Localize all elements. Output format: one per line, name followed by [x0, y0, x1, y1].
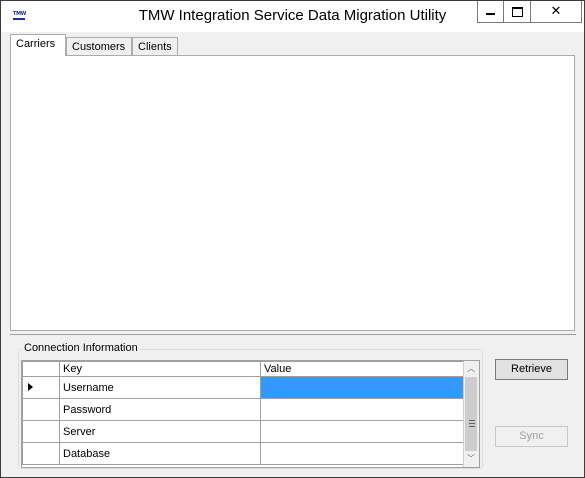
grid-row-username[interactable]: Username	[22, 376, 465, 399]
grid-row-password[interactable]: Password	[22, 398, 465, 421]
minimize-button[interactable]	[477, 1, 504, 23]
grip-icon	[469, 420, 475, 427]
connection-grid[interactable]: Key Value Username Password Server Datab…	[21, 360, 480, 468]
carriers-tab-panel	[10, 55, 575, 331]
column-header-value[interactable]: Value	[260, 361, 465, 377]
key-cell[interactable]: Password	[59, 398, 261, 421]
tab-strip: Carriers Customers Clients	[10, 34, 576, 56]
connection-information-title: Connection Information	[22, 342, 140, 354]
title-bar[interactable]: TMW TMW Integration Service Data Migrati…	[1, 1, 584, 32]
row-header[interactable]	[22, 420, 60, 443]
maximize-button[interactable]	[503, 1, 531, 23]
value-cell-database[interactable]	[260, 442, 465, 465]
splitter[interactable]	[10, 334, 576, 335]
scroll-down-icon[interactable]: ﹀	[467, 455, 475, 463]
value-cell-username[interactable]	[260, 376, 465, 399]
sync-button[interactable]: Sync	[495, 426, 568, 447]
grid-vertical-scrollbar[interactable]: ︿ ﹀	[463, 361, 479, 467]
retrieve-button[interactable]: Retrieve	[495, 359, 568, 380]
row-header[interactable]	[22, 398, 60, 421]
row-header[interactable]	[22, 442, 60, 465]
key-cell[interactable]: Database	[59, 442, 261, 465]
main-window: TMW TMW Integration Service Data Migrati…	[0, 0, 585, 478]
value-cell-password[interactable]	[260, 398, 465, 421]
value-cell-server[interactable]	[260, 420, 465, 443]
grid-row-database[interactable]: Database	[22, 442, 465, 465]
maximize-icon	[511, 6, 523, 17]
grid-header-row: Key Value	[22, 361, 465, 377]
scrollbar-thumb[interactable]	[465, 377, 477, 451]
column-header-key[interactable]: Key	[59, 361, 261, 377]
close-button[interactable]: ✕	[530, 1, 582, 23]
key-cell[interactable]: Server	[59, 420, 261, 443]
tab-customers[interactable]: Customers	[66, 37, 132, 55]
row-header[interactable]	[22, 376, 60, 399]
close-icon: ✕	[550, 4, 562, 19]
scroll-up-icon[interactable]: ︿	[467, 365, 475, 373]
current-row-arrow-icon	[28, 383, 33, 391]
tab-clients[interactable]: Clients	[132, 37, 178, 55]
row-header-corner	[22, 361, 60, 377]
tab-carriers[interactable]: Carriers	[10, 34, 66, 56]
key-cell[interactable]: Username	[59, 376, 261, 399]
minimize-icon	[486, 13, 495, 15]
grid-row-server[interactable]: Server	[22, 420, 465, 443]
